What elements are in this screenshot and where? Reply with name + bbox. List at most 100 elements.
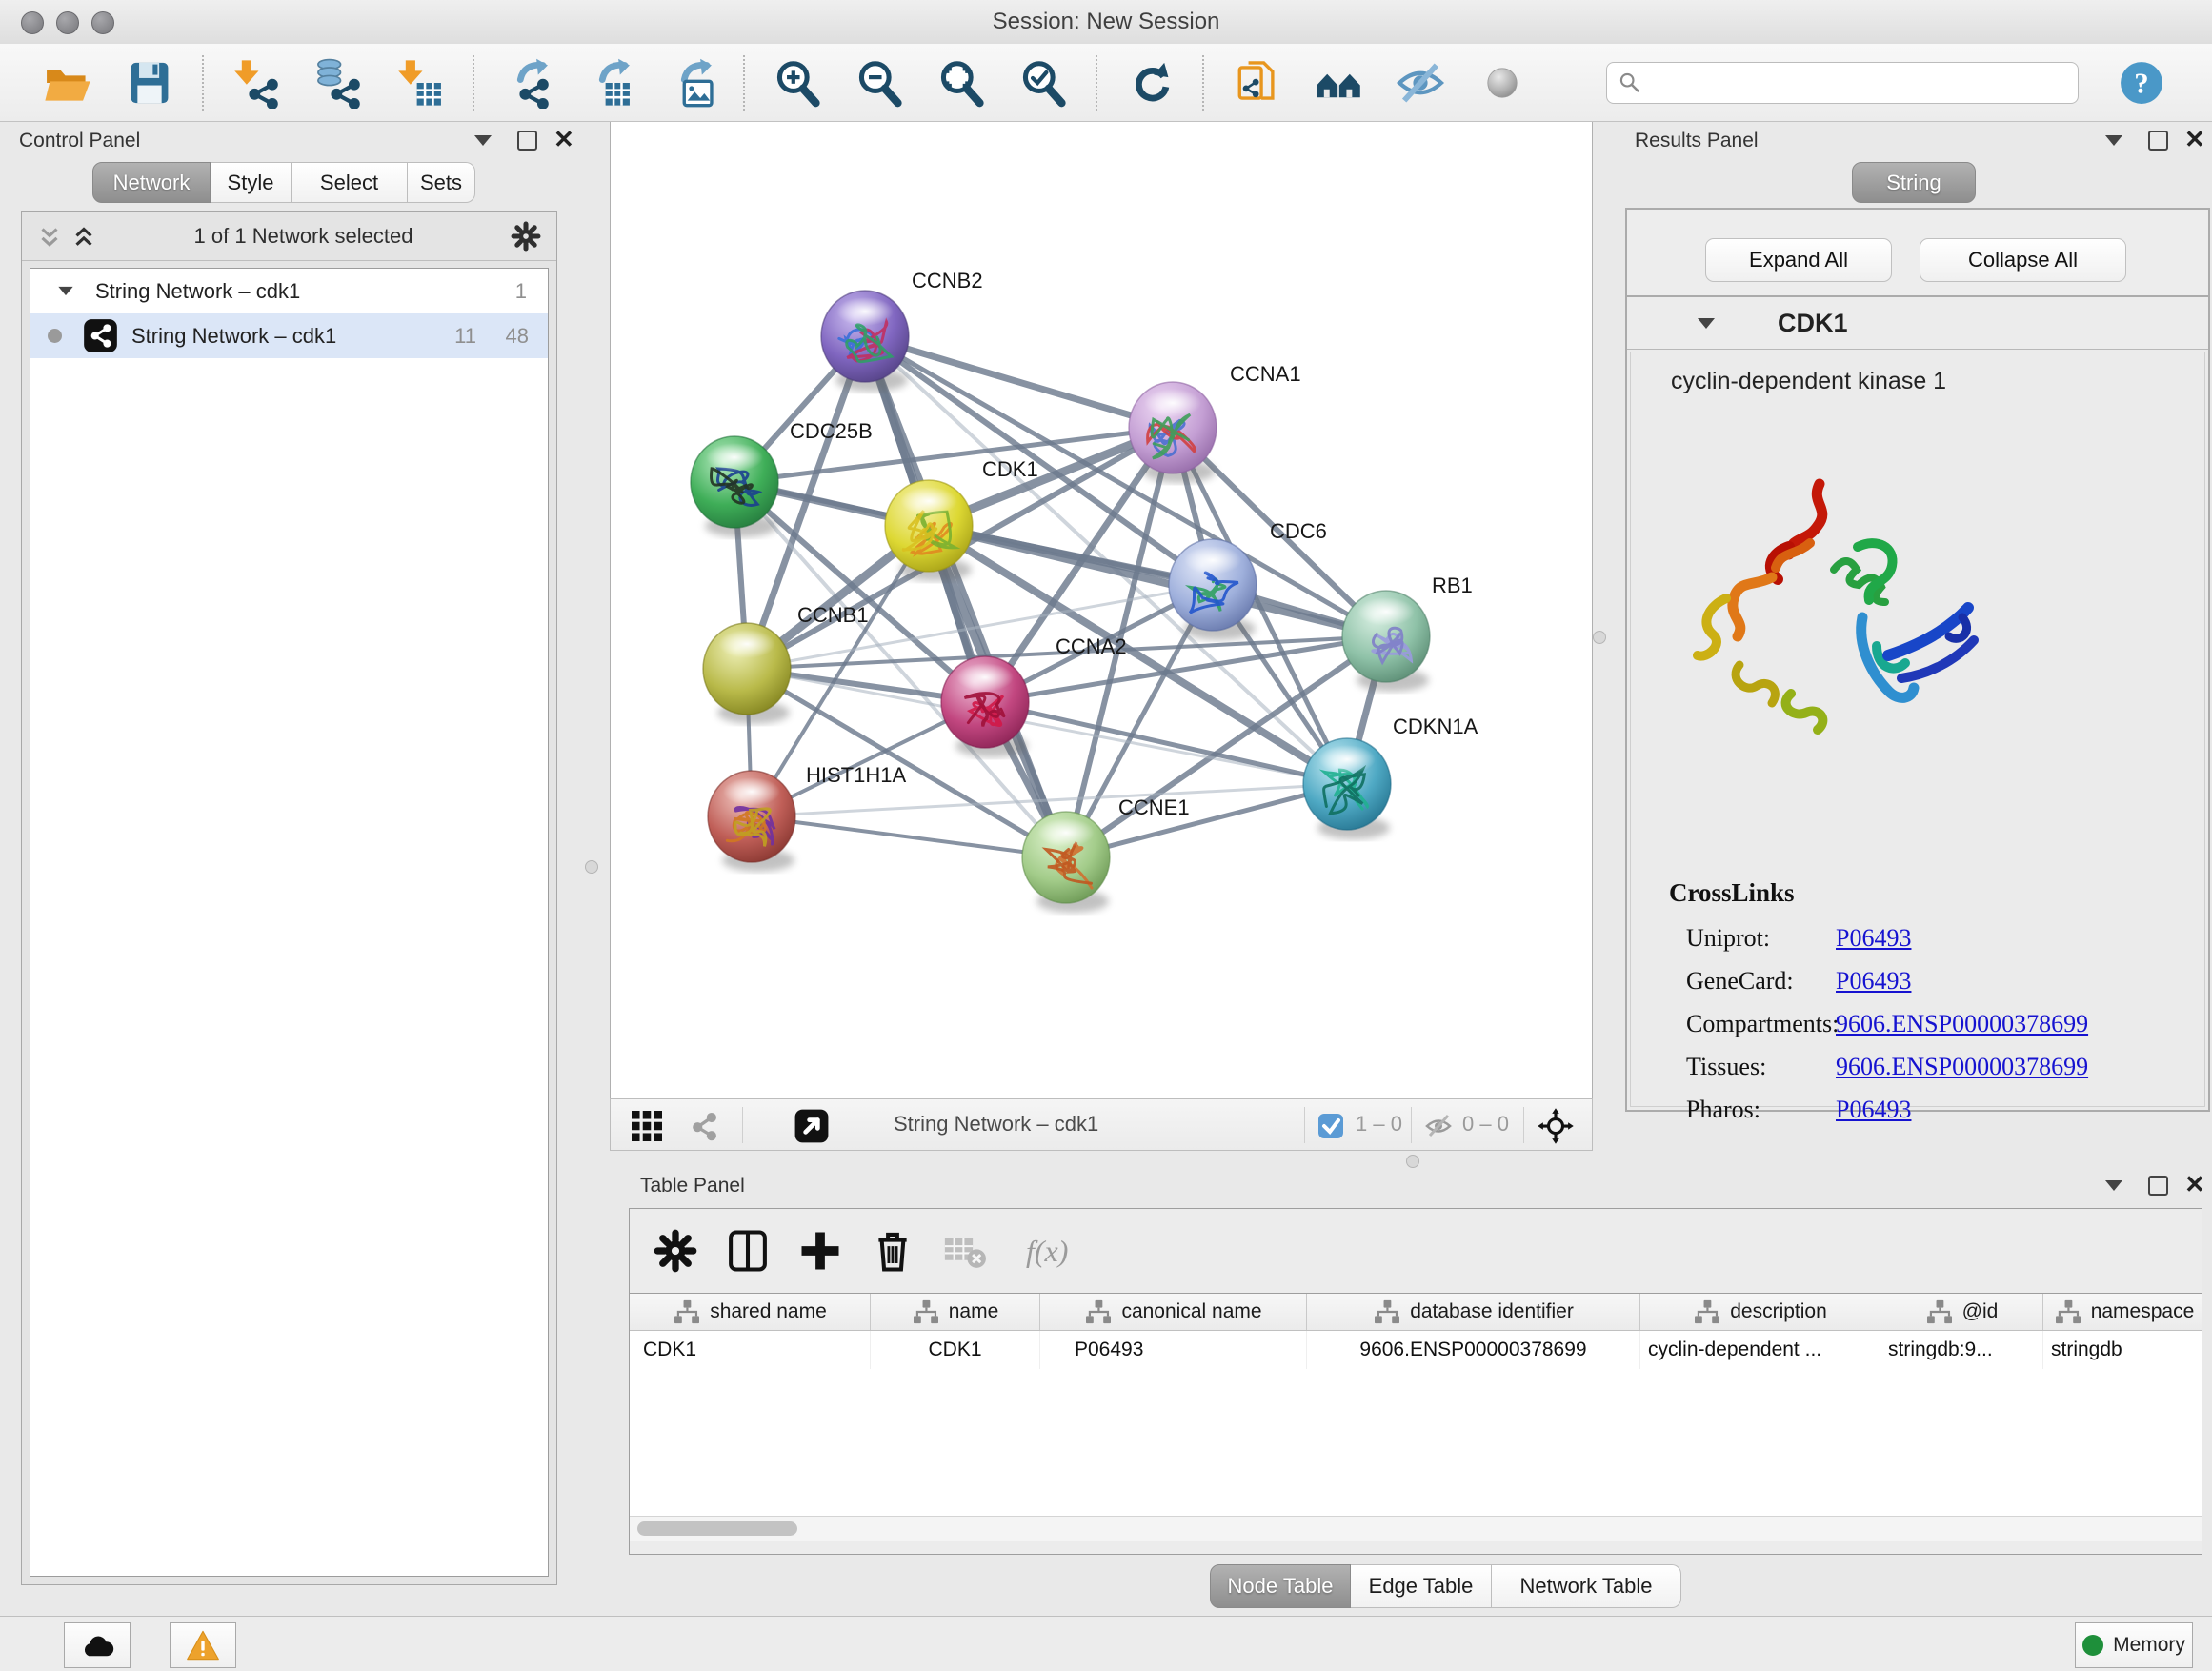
add-column-icon[interactable]	[795, 1226, 845, 1276]
refresh-view-icon[interactable]	[1124, 57, 1176, 109]
network-edge[interactable]	[752, 816, 1066, 857]
expand-all-icon[interactable]	[70, 222, 98, 251]
birds-eye-view-icon[interactable]	[794, 1108, 830, 1144]
help-icon[interactable]: ?	[2117, 58, 2166, 108]
tab-style[interactable]: Style	[211, 162, 292, 203]
gene-collapse-icon[interactable]	[1698, 318, 1715, 329]
collapse-all-icon[interactable]	[35, 222, 64, 251]
network-node-RB1[interactable]: RB1	[1342, 574, 1473, 692]
table-cell[interactable]: cyclin-dependent ...	[1640, 1331, 1880, 1369]
open-session-icon[interactable]	[42, 57, 93, 109]
save-session-icon[interactable]	[124, 57, 175, 109]
table-horizontal-scrollbar[interactable]	[630, 1516, 2202, 1541]
cloud-icon	[78, 1631, 116, 1660]
network-canvas[interactable]: CCNB2CCNA1CDC25BCDK1CDC6RB1CCNB1CCNA2CDK…	[610, 122, 1593, 1098]
column-header-canonical-name[interactable]: canonical name	[1040, 1294, 1307, 1330]
network-node-CDKN1A[interactable]: CDKN1A	[1303, 715, 1478, 839]
tab-node-table[interactable]: Node Table	[1210, 1564, 1351, 1608]
table-options-gear-icon[interactable]	[651, 1226, 700, 1276]
network-node-CDC6[interactable]: CDC6	[1169, 519, 1327, 640]
render-preview-icon[interactable]	[1477, 57, 1528, 109]
table-cell[interactable]: 9606.ENSP00000378699	[1307, 1331, 1640, 1369]
import-network-from-file-icon[interactable]	[231, 57, 282, 109]
show-columns-icon[interactable]	[723, 1226, 773, 1276]
network-edge[interactable]	[985, 702, 1347, 784]
column-header-@id[interactable]: @id	[1880, 1294, 2043, 1330]
crosslink-value-link[interactable]: 9606.ENSP00000378699	[1836, 1053, 2088, 1081]
column-header-name[interactable]: name	[871, 1294, 1040, 1330]
network-row-selected[interactable]: String Network – cdk1 11 48	[30, 313, 548, 358]
table-cell[interactable]: CDK1	[871, 1331, 1040, 1369]
hidden-eye-icon[interactable]	[1422, 1111, 1455, 1141]
bottom-splitter-handle[interactable]	[1406, 1155, 1419, 1168]
pan-crosshair-icon[interactable]	[1537, 1107, 1575, 1145]
table-panel-float-icon[interactable]	[2148, 1176, 2168, 1196]
export-table-icon[interactable]	[583, 57, 634, 109]
network-node-HIST1H1A[interactable]: HIST1H1A	[708, 763, 906, 872]
results-panel-close-icon[interactable]: ✕	[2184, 131, 2205, 148]
memory-ok-dot-icon	[2082, 1635, 2103, 1656]
zoom-selected-region-icon[interactable]	[1017, 57, 1069, 109]
import-network-from-database-icon[interactable]	[312, 57, 364, 109]
tab-network-table[interactable]: Network Table	[1492, 1564, 1681, 1608]
collection-expand-icon[interactable]	[58, 287, 72, 295]
tab-network[interactable]: Network	[92, 162, 211, 203]
selected-checkbox-icon[interactable]	[1317, 1113, 1344, 1139]
gene-section-header[interactable]: CDK1	[1627, 297, 2208, 350]
delete-column-icon[interactable]	[868, 1226, 917, 1276]
export-network-icon[interactable]	[501, 57, 553, 109]
search-input[interactable]	[1643, 70, 2078, 95]
results-panel-float-icon[interactable]	[2148, 131, 2168, 151]
table-row[interactable]: CDK1CDK1P064939606.ENSP00000378699cyclin…	[630, 1331, 2202, 1369]
network-edge[interactable]	[865, 336, 1173, 428]
tab-sets[interactable]: Sets	[408, 162, 475, 203]
crosslink-value-link[interactable]: P06493	[1836, 924, 1911, 953]
table-cell[interactable]: P06493	[1040, 1331, 1307, 1369]
table-panel-close-icon[interactable]: ✕	[2184, 1177, 2205, 1193]
left-splitter-handle[interactable]	[585, 860, 598, 874]
table-cell[interactable]: CDK1	[630, 1331, 871, 1369]
node-table[interactable]: shared namenamecanonical namedatabase id…	[630, 1293, 2202, 1517]
right-splitter-handle[interactable]	[1593, 631, 1606, 644]
zoom-out-icon[interactable]	[854, 57, 905, 109]
network-node-CCNA1[interactable]: CCNA1	[1129, 362, 1301, 483]
crosslink-value-link[interactable]: P06493	[1836, 967, 1911, 996]
export-image-icon[interactable]	[665, 57, 716, 109]
hide-graphics-details-icon[interactable]	[1395, 57, 1446, 109]
search-field[interactable]	[1606, 62, 2079, 104]
column-header-database-identifier[interactable]: database identifier	[1307, 1294, 1640, 1330]
warning-status-button[interactable]	[170, 1622, 236, 1668]
crosslink-value-link[interactable]: 9606.ENSP00000378699	[1836, 1010, 2088, 1038]
expand-all-button[interactable]: Expand All	[1705, 238, 1892, 282]
tab-string[interactable]: String	[1852, 162, 1976, 203]
network-collection-row[interactable]: String Network – cdk1 1	[30, 269, 548, 313]
table-cell[interactable]: stringdb:9...	[1880, 1331, 2043, 1369]
grid-view-icon[interactable]	[632, 1111, 662, 1141]
cloud-status-button[interactable]	[64, 1622, 131, 1668]
results-panel-menu-icon[interactable]	[2105, 135, 2122, 146]
column-header-description[interactable]: description	[1640, 1294, 1880, 1330]
column-header-shared-name[interactable]: shared name	[630, 1294, 871, 1330]
zoom-in-icon[interactable]	[772, 57, 823, 109]
crosslink-value-link[interactable]: P06493	[1836, 1096, 1911, 1124]
scrollbar-thumb[interactable]	[637, 1521, 797, 1536]
collapse-all-button[interactable]: Collapse All	[1920, 238, 2126, 282]
memory-button[interactable]: Memory	[2075, 1622, 2193, 1668]
houses-icon[interactable]	[1313, 57, 1364, 109]
control-panel-float-icon[interactable]	[517, 131, 537, 151]
control-panel-close-icon[interactable]: ✕	[553, 131, 574, 148]
control-panel-menu-icon[interactable]	[474, 135, 492, 146]
column-header-namespace[interactable]: namespace	[2043, 1294, 2202, 1330]
table-panel-menu-icon[interactable]	[2105, 1180, 2122, 1191]
duplicate-network-icon[interactable]	[1231, 57, 1282, 109]
tab-edge-table[interactable]: Edge Table	[1351, 1564, 1492, 1608]
table-cell[interactable]: stringdb	[2043, 1331, 2202, 1369]
node-label: CCNB2	[912, 269, 983, 292]
title-bar: Session: New Session	[0, 0, 2212, 45]
import-table-from-file-icon[interactable]	[394, 57, 446, 109]
control-panel-tabs: NetworkStyleSelectSets	[92, 162, 475, 203]
zoom-fit-content-icon[interactable]	[935, 57, 987, 109]
share-view-icon[interactable]	[687, 1109, 721, 1143]
tab-select[interactable]: Select	[292, 162, 408, 203]
network-options-gear-icon[interactable]	[509, 219, 543, 253]
